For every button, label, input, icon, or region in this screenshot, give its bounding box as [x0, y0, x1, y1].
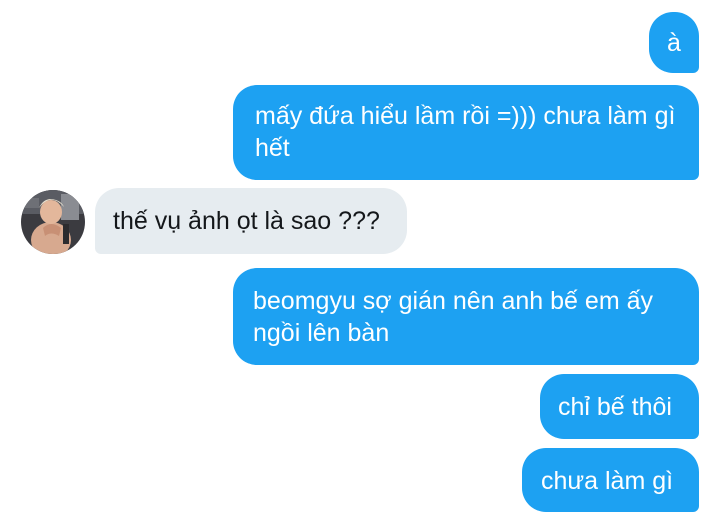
- message-text: beomgyu sợ gián nên anh bế em ấy ngồi lê…: [253, 287, 653, 347]
- avatar-photo-icon: [21, 190, 85, 254]
- message-text: à: [667, 28, 681, 57]
- outgoing-message-bubble[interactable]: à: [649, 12, 699, 73]
- message-text: chỉ bế thôi: [558, 393, 672, 421]
- message-text: thế vụ ảnh ọt là sao ???: [113, 207, 380, 235]
- message-text: chưa làm gì: [541, 467, 674, 495]
- incoming-message-bubble[interactable]: thế vụ ảnh ọt là sao ???: [95, 188, 407, 254]
- outgoing-message-bubble[interactable]: chỉ bế thôi: [540, 374, 699, 439]
- avatar[interactable]: [21, 190, 85, 254]
- outgoing-message-bubble[interactable]: beomgyu sợ gián nên anh bế em ấy ngồi lê…: [233, 268, 699, 365]
- outgoing-message-bubble[interactable]: mấy đứa hiểu lầm rồi =))) chưa làm gì hế…: [233, 85, 699, 180]
- message-text: mấy đứa hiểu lầm rồi =))) chưa làm gì hế…: [255, 102, 676, 162]
- outgoing-message-bubble[interactable]: chưa làm gì: [522, 448, 699, 512]
